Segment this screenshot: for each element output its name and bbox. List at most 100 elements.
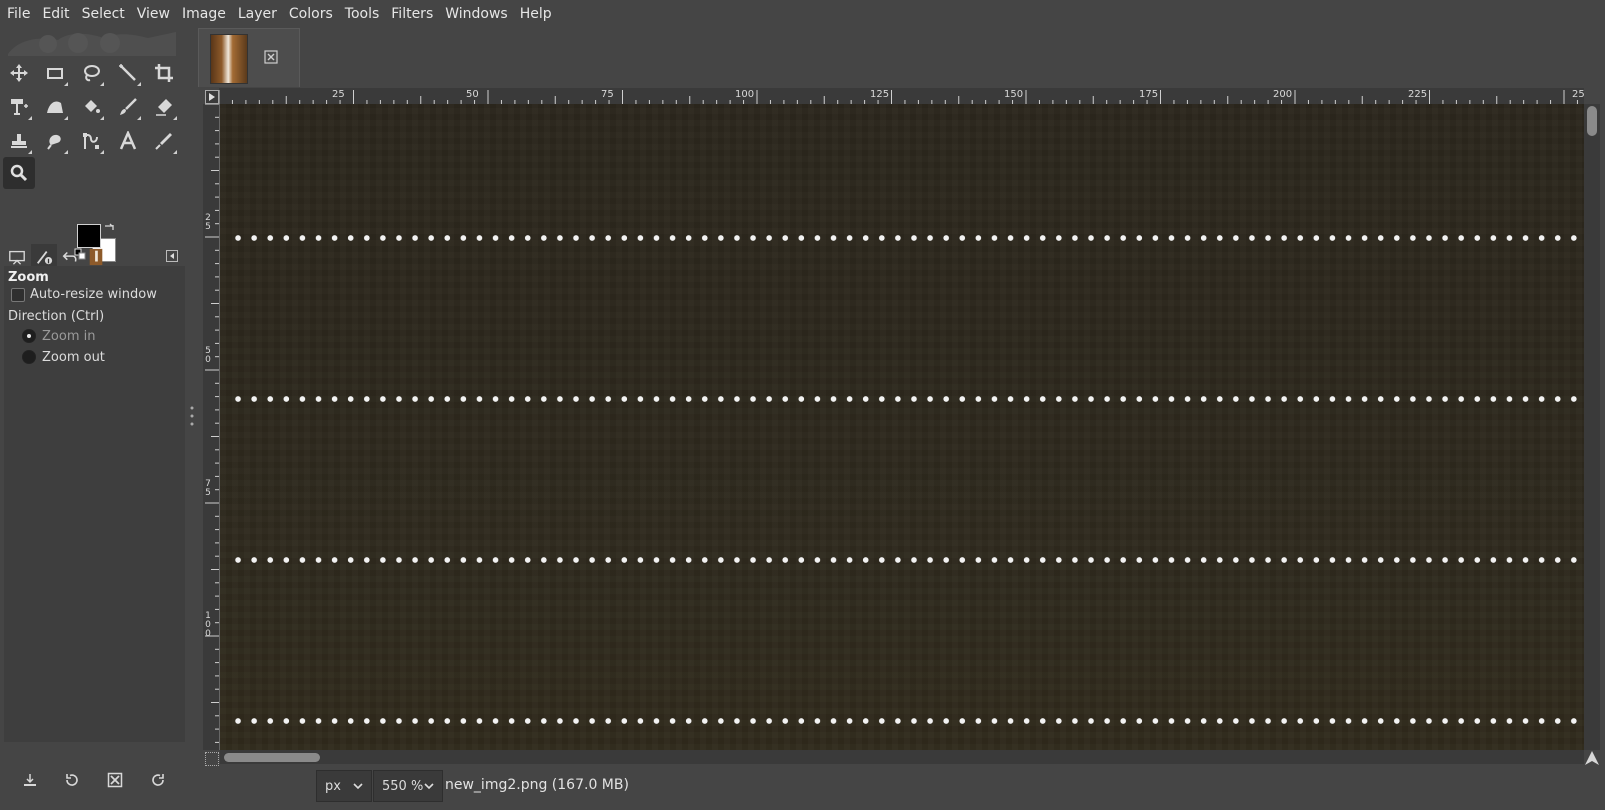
text-icon <box>119 131 137 150</box>
magic-wand-icon <box>119 64 136 81</box>
menu-windows[interactable]: Windows <box>439 0 514 28</box>
menu-layer[interactable]: Layer <box>232 0 283 28</box>
zoom-out-radio[interactable] <box>22 350 36 364</box>
quick-mask-toggle[interactable] <box>205 752 219 766</box>
menu-select[interactable]: Select <box>76 0 131 28</box>
guide-line[interactable] <box>230 235 1584 241</box>
ruler-label: 50 <box>466 89 479 100</box>
transform-icon <box>11 99 28 115</box>
menu-colors[interactable]: Colors <box>283 0 339 28</box>
eraser-tool[interactable] <box>148 91 180 123</box>
warp-transform-tool[interactable] <box>39 91 71 123</box>
menu-image[interactable]: Image <box>176 0 232 28</box>
horizontal-ruler-ticks <box>219 90 1578 104</box>
rect-select-icon <box>47 68 63 79</box>
ruler-label: 100 <box>205 611 211 639</box>
menu-bar: File Edit Select View Image Layer Colors… <box>0 0 1605 28</box>
zoom-tool[interactable] <box>3 157 35 189</box>
smudge-icon <box>47 134 61 150</box>
ruler-label: 200 <box>1273 89 1293 100</box>
ruler-label: 25 <box>205 213 211 232</box>
menu-view[interactable]: View <box>131 0 176 28</box>
status-file-info: new_img2.png (167.0 MB) <box>445 777 629 793</box>
toolbox: Zoom Auto-resize window Direction (Ctrl)… <box>0 28 190 788</box>
unit-select[interactable]: px <box>316 770 372 802</box>
reset-icon <box>152 774 164 786</box>
zoom-in-radio[interactable] <box>22 329 36 343</box>
auto-resize-label: Auto-resize window <box>30 287 157 302</box>
move-tool[interactable] <box>3 57 35 89</box>
eyedropper-icon <box>155 133 172 150</box>
crop-tool[interactable] <box>148 57 180 89</box>
vertical-scrollbar-thumb[interactable] <box>1587 106 1597 136</box>
swap-colors-icon[interactable] <box>103 222 115 234</box>
guide-line[interactable] <box>230 557 1584 563</box>
navigate-icon[interactable] <box>1584 750 1600 766</box>
zoom-out-label: Zoom out <box>42 350 105 365</box>
ruler-label: 75 <box>601 89 614 100</box>
color-picker-tool[interactable] <box>148 125 180 157</box>
undo-history-icon <box>62 251 77 262</box>
ruler-corner-icon[interactable] <box>205 90 219 104</box>
ruler-label: 25 <box>332 89 345 100</box>
unit-value: px <box>325 778 341 794</box>
delete-options-button[interactable] <box>101 766 129 794</box>
rect-select-tool[interactable] <box>39 57 71 89</box>
ruler-label: 125 <box>870 89 890 100</box>
vertical-ruler[interactable]: 25 50 75 100 <box>203 104 220 750</box>
magnifier-icon <box>10 164 28 182</box>
save-options-button[interactable] <box>16 766 44 794</box>
horizontal-scrollbar[interactable] <box>220 750 1584 764</box>
horizontal-scrollbar-thumb[interactable] <box>224 753 320 762</box>
image-canvas[interactable] <box>220 104 1584 750</box>
ruler-label: 225 <box>1408 89 1428 100</box>
reset-options-button[interactable] <box>144 766 172 794</box>
bucket-icon <box>85 100 100 113</box>
menu-tools[interactable]: Tools <box>339 0 386 28</box>
horizontal-ruler[interactable]: 25 50 75 100 125 150 175 200 225 25 <box>219 88 1584 105</box>
ruler-label: 25 <box>1572 89 1584 100</box>
dock-menu-icon[interactable] <box>166 250 178 262</box>
clone-stamp-icon <box>11 134 27 148</box>
restore-icon <box>66 774 78 786</box>
ruler-label: 175 <box>1139 89 1159 100</box>
image-thumbnail[interactable] <box>210 34 248 84</box>
wilber-logo-icon <box>8 30 178 58</box>
paintbrush-tool[interactable] <box>112 91 144 123</box>
dock-resize-handle-icon[interactable] <box>190 405 194 427</box>
clone-tool[interactable] <box>3 125 35 157</box>
tool-options-buttons <box>4 766 185 796</box>
smudge-tool[interactable] <box>39 125 71 157</box>
direction-label: Direction (Ctrl) <box>8 309 105 324</box>
zoom-value: 550 % <box>382 778 424 794</box>
lasso-icon <box>84 65 100 82</box>
paths-icon <box>83 133 99 149</box>
unified-transform-tool[interactable] <box>3 91 35 123</box>
guide-line[interactable] <box>230 718 1584 724</box>
ruler-label: 150 <box>1004 89 1024 100</box>
paths-tool[interactable] <box>75 125 107 157</box>
image-tabs-bar <box>196 28 1605 86</box>
menu-file[interactable]: File <box>0 0 36 28</box>
ruler-label: 75 <box>205 479 211 498</box>
free-select-tool[interactable] <box>75 57 107 89</box>
fuzzy-select-tool[interactable] <box>112 57 144 89</box>
text-tool[interactable] <box>112 125 144 157</box>
delete-icon <box>107 772 123 788</box>
guide-line[interactable] <box>230 396 1584 402</box>
close-icon[interactable] <box>264 50 278 64</box>
menu-filters[interactable]: Filters <box>385 0 439 28</box>
monitor-icon <box>9 250 25 265</box>
bucket-fill-tool[interactable] <box>75 91 107 123</box>
chevron-down-icon <box>353 783 363 790</box>
auto-resize-checkbox[interactable] <box>11 288 25 302</box>
tool-options-panel: Zoom Auto-resize window Direction (Ctrl)… <box>4 266 185 742</box>
tool-options-title: Zoom <box>8 270 49 285</box>
menu-edit[interactable]: Edit <box>36 0 75 28</box>
restore-options-button[interactable] <box>58 766 86 794</box>
zoom-in-label: Zoom in <box>42 329 96 344</box>
zoom-select[interactable]: 550 % <box>373 770 443 802</box>
menu-help[interactable]: Help <box>514 0 558 28</box>
vertical-scrollbar[interactable] <box>1584 104 1600 750</box>
warp-icon <box>47 101 63 113</box>
